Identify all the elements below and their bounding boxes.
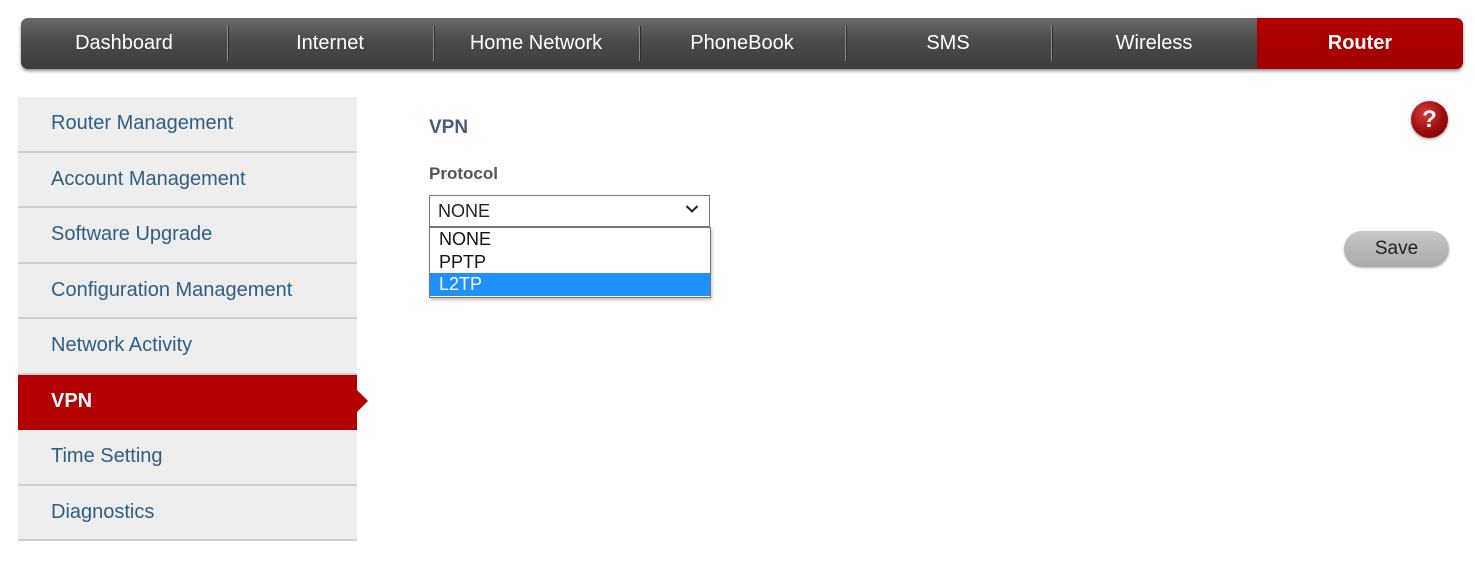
protocol-option-l2tp[interactable]: L2TP [430,273,710,297]
sidebar-item-label: Diagnostics [51,500,155,523]
top-navigation: Dashboard Internet Home Network PhoneBoo… [21,18,1463,69]
sidebar-item-time-setting[interactable]: Time Setting [18,430,357,486]
protocol-select[interactable]: NONE [429,195,710,227]
sidebar-item-diagnostics[interactable]: Diagnostics [18,485,357,541]
sidebar-item-configuration-management[interactable]: Configuration Management [18,263,357,319]
nav-tab-internet[interactable]: Internet [227,18,433,69]
nav-tab-home-network[interactable]: Home Network [433,18,639,69]
sidebar-item-label: VPN [51,389,93,412]
page-title: VPN [429,117,469,138]
sidebar-item-label: Network Activity [51,334,193,357]
chevron-down-icon [685,205,699,213]
sidebar-item-software-upgrade[interactable]: Software Upgrade [18,208,357,264]
sidebar-item-label: Router Management [51,112,234,135]
save-button[interactable]: Save [1344,231,1449,267]
protocol-select-value: NONE [438,200,491,221]
sidebar-item-label: Time Setting [51,445,163,468]
sidebar-item-label: Software Upgrade [51,223,213,246]
nav-tab-router[interactable]: Router [1257,18,1463,69]
help-button[interactable]: ? [1411,101,1448,138]
nav-tab-phonebook[interactable]: PhoneBook [639,18,845,69]
sidebar-item-label: Account Management [51,167,246,190]
nav-tab-wireless[interactable]: Wireless [1051,18,1257,69]
sidebar-item-router-management[interactable]: Router Management [18,97,357,153]
question-mark-icon: ? [1422,105,1437,133]
sidebar-item-network-activity[interactable]: Network Activity [18,319,357,375]
sidebar-item-vpn[interactable]: VPN [18,374,368,430]
nav-tab-dashboard[interactable]: Dashboard [21,18,227,69]
nav-tab-sms[interactable]: SMS [845,18,1051,69]
protocol-dropdown-list: NONE PPTP L2TP [429,227,711,298]
protocol-label: Protocol [429,164,498,183]
protocol-option-none[interactable]: NONE [430,228,710,251]
sidebar-item-account-management[interactable]: Account Management [18,152,357,208]
protocol-option-pptp[interactable]: PPTP [430,251,710,274]
sidebar-menu: Router Management Account Management Sof… [18,97,368,541]
sidebar-item-label: Configuration Management [51,278,293,301]
